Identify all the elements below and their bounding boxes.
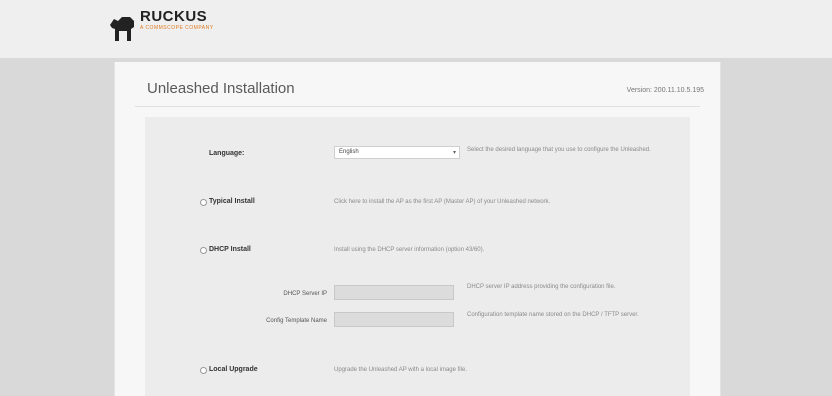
config-template-name-description: Configuration template name stored on th… — [467, 312, 639, 318]
typical-install-description: Click here to install the AP as the firs… — [334, 199, 551, 205]
dhcp-install-description: Install using the DHCP server informatio… — [334, 247, 485, 253]
dhcp-server-ip-input[interactable] — [334, 285, 454, 300]
typical-install-label[interactable]: Typical Install — [209, 198, 255, 205]
config-template-name-label: Config Template Name — [266, 318, 327, 324]
dhcp-server-ip-description: DHCP server IP address providing the con… — [467, 284, 616, 290]
dhcp-install-radio[interactable] — [200, 247, 207, 254]
language-description: Select the desired language that you use… — [467, 147, 651, 153]
version-label: Version: 200.11.10.5.195 — [626, 87, 704, 94]
install-panel: Unleashed Installation Version: 200.11.1… — [114, 62, 721, 396]
dhcp-server-ip-label: DHCP Server IP — [283, 291, 327, 297]
language-select[interactable]: English ▾ — [334, 146, 460, 159]
typical-install-radio[interactable] — [200, 199, 207, 206]
dhcp-install-label[interactable]: DHCP Install — [209, 246, 251, 253]
top-bar: RUCKUS A COMMSCOPE COMPANY — [0, 0, 832, 58]
chevron-down-icon: ▾ — [452, 150, 456, 156]
ruckus-logo: RUCKUS A COMMSCOPE COMPANY — [108, 9, 214, 43]
install-form: Language: English ▾ Select the desired l… — [145, 117, 690, 396]
local-upgrade-label[interactable]: Local Upgrade — [209, 366, 258, 373]
brand-tagline: A COMMSCOPE COMPANY — [140, 25, 214, 31]
local-upgrade-radio[interactable] — [200, 367, 207, 374]
page-title: Unleashed Installation — [147, 80, 295, 97]
dog-logo-icon — [110, 17, 134, 41]
brand-name: RUCKUS — [140, 8, 208, 25]
language-label: Language: — [209, 150, 245, 157]
language-select-value: English — [339, 149, 359, 155]
title-divider — [135, 106, 700, 107]
local-upgrade-description: Upgrade the Unleashed AP with a local im… — [334, 367, 467, 373]
config-template-name-input[interactable] — [334, 312, 454, 327]
